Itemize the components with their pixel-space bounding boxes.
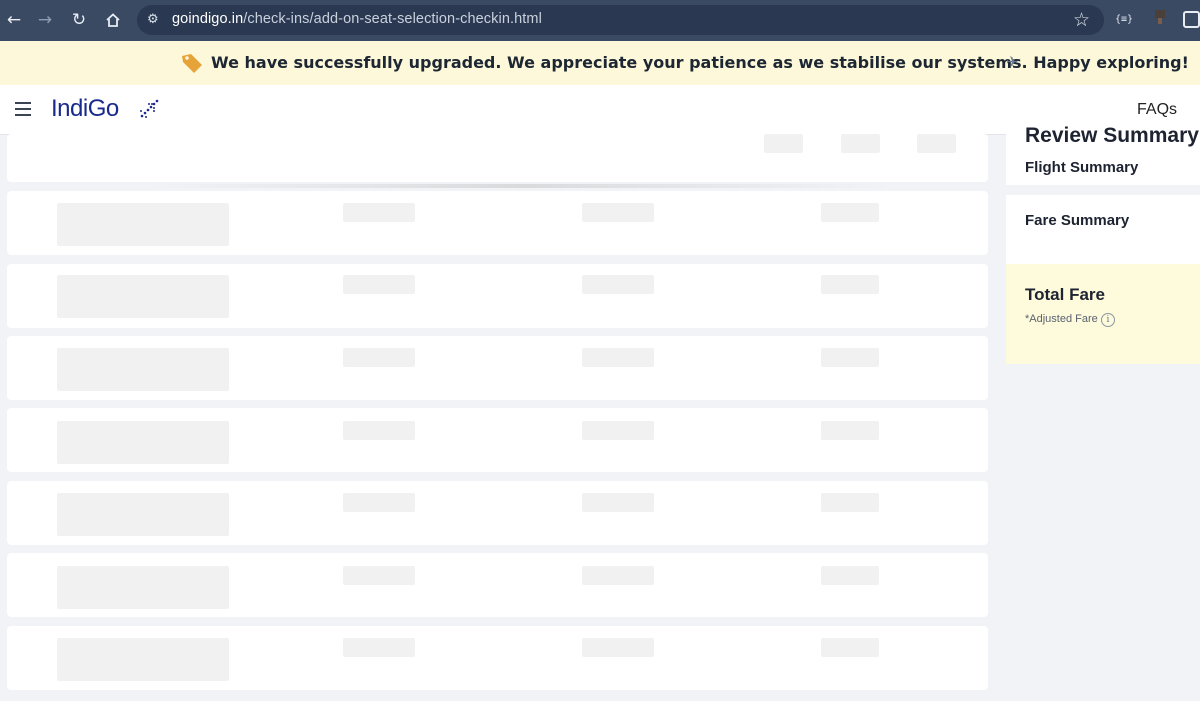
skeleton-block: [57, 275, 229, 318]
skeleton-block: [821, 493, 879, 512]
skeleton-block: [582, 203, 654, 222]
skeleton-block: [343, 638, 415, 657]
skeleton-block: [57, 421, 229, 464]
fare-summary-panel: [1006, 195, 1200, 264]
skeleton-block: [57, 203, 229, 246]
airplane-icon: ✈: [1006, 53, 1019, 71]
skeleton-block: [582, 638, 654, 657]
skeleton-block: [343, 566, 415, 585]
skeleton-block: [57, 493, 229, 536]
skeleton-block: [343, 421, 415, 440]
skeleton-row: [7, 553, 988, 617]
logo-plane-icon: [137, 98, 161, 120]
total-fare-label: Total Fare: [1025, 285, 1105, 304]
skeleton-block: [582, 421, 654, 440]
browser-toolbar: ← → ↻ ⚙ goindigo.in/check-ins/add-on-sea…: [0, 0, 1200, 41]
skeleton-block: [343, 275, 415, 294]
banner-message: We have successfully upgraded. We apprec…: [211, 53, 1189, 72]
url-text[interactable]: goindigo.in/check-ins/add-on-seat-select…: [172, 11, 542, 27]
skeleton-block: [57, 348, 229, 391]
total-fare-block: Total Fare *Adjusted Fare i: [1006, 264, 1200, 364]
skeleton-block: [582, 566, 654, 585]
skeleton-row: [7, 626, 988, 690]
skeleton-row: [7, 408, 988, 472]
skeleton-block: [821, 638, 879, 657]
menu-icon[interactable]: [15, 102, 31, 116]
skeleton-block: [764, 134, 803, 153]
skeleton-block: [582, 275, 654, 294]
forward-arrow-icon[interactable]: →: [34, 9, 56, 31]
skeleton-block: [57, 638, 229, 681]
site-header: IndiGo FAQs: [0, 85, 1200, 135]
loading-card-header: [7, 134, 988, 182]
skeleton-block: [821, 348, 879, 367]
skeleton-row: [7, 191, 988, 255]
skeleton-block: [821, 566, 879, 585]
skeleton-block: [582, 493, 654, 512]
skeleton-block: [821, 275, 879, 294]
faqs-link[interactable]: FAQs: [1137, 101, 1177, 119]
indigo-logo[interactable]: IndiGo: [51, 95, 119, 123]
side-panel-icon[interactable]: [1183, 11, 1200, 28]
skeleton-row: [7, 264, 988, 328]
tag-icon: [181, 53, 203, 73]
skeleton-block: [917, 134, 956, 153]
adjusted-fare-label: *Adjusted Fare: [1025, 313, 1098, 325]
skeleton-row: [7, 336, 988, 400]
back-arrow-icon[interactable]: ←: [3, 9, 25, 31]
extension-icon[interactable]: [1152, 8, 1168, 26]
skeleton-block: [821, 203, 879, 222]
skeleton-block: [582, 348, 654, 367]
flight-summary-heading[interactable]: Flight Summary: [1025, 159, 1138, 176]
skeleton-row: [7, 481, 988, 545]
announcement-banner: We have successfully upgraded. We apprec…: [0, 41, 1200, 85]
address-bar[interactable]: ⚙ goindigo.in/check-ins/add-on-seat-sele…: [137, 5, 1104, 35]
home-icon[interactable]: [102, 9, 124, 31]
skeleton-block: [821, 421, 879, 440]
loading-shimmer: [145, 184, 892, 188]
skeleton-block: [57, 566, 229, 609]
skeleton-block: [343, 493, 415, 512]
reload-icon[interactable]: ↻: [68, 9, 90, 31]
bookmark-star-icon[interactable]: ☆: [1073, 9, 1090, 31]
skeleton-block: [841, 134, 880, 153]
site-settings-icon[interactable]: ⚙: [147, 12, 163, 28]
review-summary-title: Review Summary: [1025, 124, 1199, 147]
extension-json-icon[interactable]: {≡}: [1115, 12, 1139, 28]
fare-summary-heading[interactable]: Fare Summary: [1025, 212, 1129, 229]
skeleton-block: [343, 203, 415, 222]
info-icon[interactable]: i: [1101, 313, 1115, 327]
skeleton-block: [343, 348, 415, 367]
